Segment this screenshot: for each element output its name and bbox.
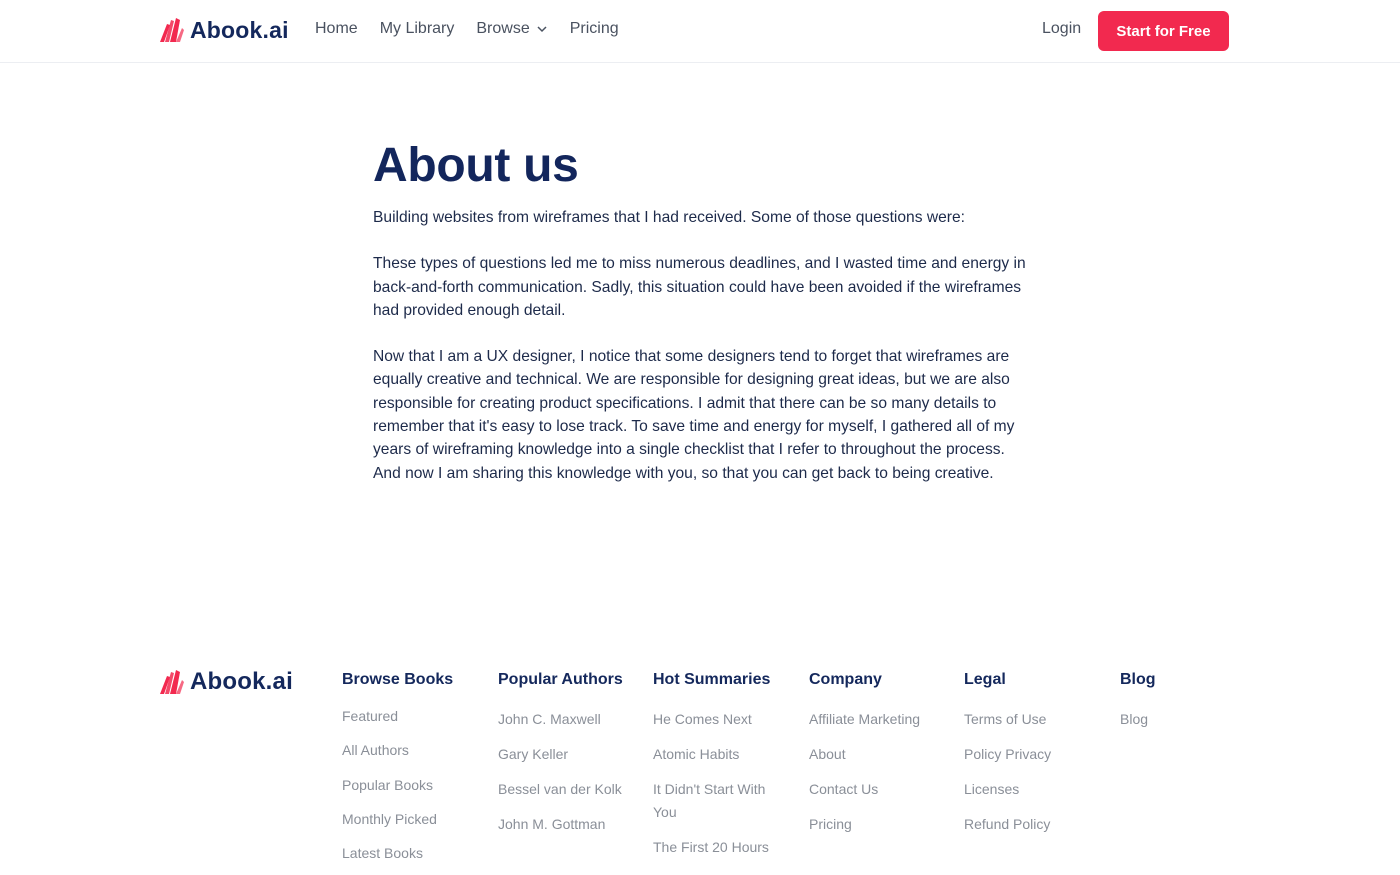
book-pages-logo-icon bbox=[160, 18, 184, 42]
footer-column-title: Blog bbox=[1120, 671, 1156, 688]
footer-column-title: Hot Summaries bbox=[653, 671, 771, 688]
footer-link-gary-keller[interactable]: Gary Keller bbox=[498, 746, 568, 762]
footer-link-affiliate-marketing[interactable]: Affiliate Marketing bbox=[809, 711, 920, 727]
about-paragraph-2: These types of questions led me to miss … bbox=[373, 255, 1026, 319]
footer-column-legal: Legal Terms of Use Policy Privacy Licens… bbox=[964, 670, 1104, 848]
footer-link-about[interactable]: About bbox=[809, 746, 846, 762]
footer-link-latest-books[interactable]: Latest Books bbox=[342, 845, 423, 861]
brand-logo-link[interactable]: Abook.ai bbox=[158, 16, 289, 44]
top-navbar: Abook.ai Home My Library Browse Pricing … bbox=[0, 0, 1400, 63]
footer-column-blog: Blog Blog bbox=[1120, 670, 1260, 743]
footer-link-john-m-gottman[interactable]: John M. Gottman bbox=[498, 816, 605, 832]
footer-link-john-c-maxwell[interactable]: John C. Maxwell bbox=[498, 711, 601, 727]
footer-column-popular-authors: Popular Authors John C. Maxwell Gary Kel… bbox=[498, 670, 628, 848]
footer-link-all-authors[interactable]: All Authors bbox=[342, 742, 409, 758]
footer-link-popular-books[interactable]: Popular Books bbox=[342, 777, 433, 793]
nav-browse-dropdown[interactable]: Browse bbox=[476, 20, 547, 38]
nav-browse-label: Browse bbox=[476, 20, 530, 37]
footer-column-company: Company Affiliate Marketing About Contac… bbox=[809, 670, 949, 848]
footer-link-the-first-20-hours[interactable]: The First 20 Hours bbox=[653, 839, 769, 855]
about-paragraph-1: Building websites from wireframes that I… bbox=[373, 209, 965, 226]
footer-link-he-comes-next[interactable]: He Comes Next bbox=[653, 711, 752, 727]
start-for-free-button[interactable]: Start for Free bbox=[1098, 11, 1229, 51]
nav-my-library-link[interactable]: My Library bbox=[380, 20, 455, 38]
main-nav: Home My Library Browse Pricing bbox=[315, 20, 641, 38]
footer-link-monthly-picked[interactable]: Monthly Picked bbox=[342, 811, 437, 827]
footer-column-title: Company bbox=[809, 671, 882, 688]
brand-name: Abook.ai bbox=[190, 16, 289, 43]
footer-link-refund-policy[interactable]: Refund Policy bbox=[964, 816, 1050, 832]
footer-brand-logo-link[interactable]: Abook.ai bbox=[158, 668, 293, 696]
footer-link-licenses[interactable]: Licenses bbox=[964, 781, 1019, 797]
footer-column-hot-summaries: Hot Summaries He Comes Next Atomic Habit… bbox=[653, 670, 783, 871]
footer-link-atomic-habits[interactable]: Atomic Habits bbox=[653, 746, 739, 762]
nav-pricing-link[interactable]: Pricing bbox=[570, 20, 619, 38]
about-section: About us Building websites from wirefram… bbox=[373, 140, 1028, 508]
footer-column-title: Browse Books bbox=[342, 671, 454, 688]
footer-link-policy-privacy[interactable]: Policy Privacy bbox=[964, 746, 1051, 762]
book-pages-logo-icon bbox=[160, 670, 184, 694]
footer-brand-name: Abook.ai bbox=[190, 668, 293, 695]
page-title: About us bbox=[373, 139, 579, 192]
footer-column-title: Popular Authors bbox=[498, 671, 623, 688]
footer-link-pricing[interactable]: Pricing bbox=[809, 816, 852, 832]
footer-link-featured[interactable]: Featured bbox=[342, 708, 398, 724]
footer-link-contact-us[interactable]: Contact Us bbox=[809, 781, 878, 797]
footer-column-title: Legal bbox=[964, 671, 1006, 688]
about-paragraph-3: Now that I am a UX designer, I notice th… bbox=[373, 348, 1015, 482]
footer-link-bessel-van-der-kolk[interactable]: Bessel van der Kolk bbox=[498, 781, 622, 797]
login-link[interactable]: Login bbox=[1042, 20, 1081, 38]
footer-link-it-didnt-start-with-you[interactable]: It Didn't Start With You bbox=[653, 781, 765, 820]
footer-link-blog[interactable]: Blog bbox=[1120, 711, 1148, 727]
nav-home-link[interactable]: Home bbox=[315, 20, 358, 38]
footer-link-terms-of-use[interactable]: Terms of Use bbox=[964, 711, 1046, 727]
footer-column-browse-books: Browse Books Featured All Authors Popula… bbox=[342, 670, 482, 875]
chevron-down-icon bbox=[537, 26, 547, 33]
